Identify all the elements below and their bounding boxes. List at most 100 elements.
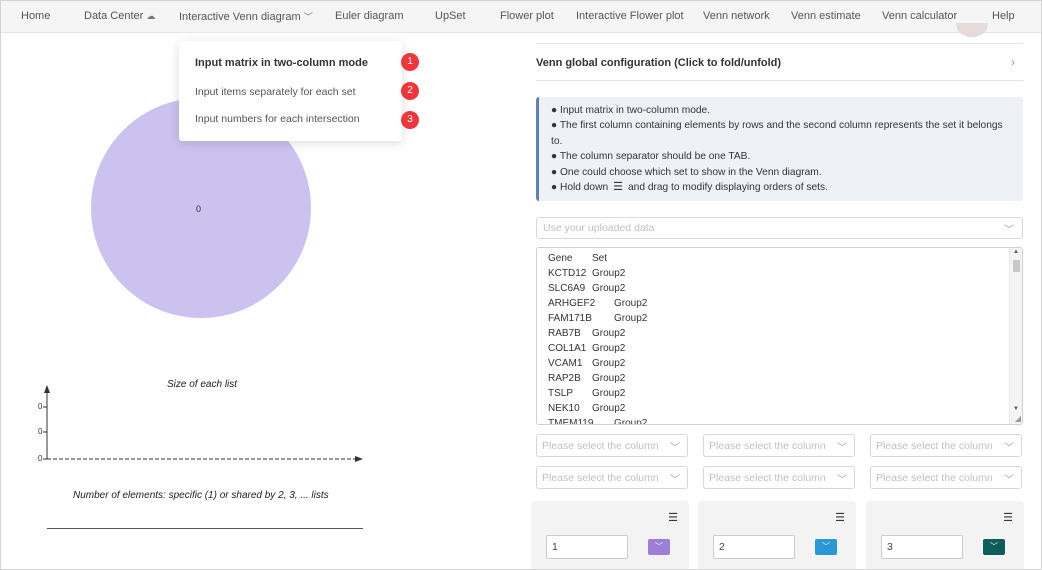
set-name-value: 2: [719, 541, 725, 553]
drag-handle-icon[interactable]: ☰: [668, 511, 678, 524]
set-card[interactable]: ☰ 2 ﹀: [698, 501, 856, 569]
matrix-cell-gene: ARHGEF2: [548, 298, 596, 309]
column-select[interactable]: Please select the column ﹀: [870, 466, 1022, 489]
nav-venn-network[interactable]: Venn network: [703, 10, 770, 22]
matrix-cell-set: Group2: [592, 373, 626, 384]
column-select[interactable]: Please select the column ﹀: [703, 466, 855, 489]
drag-handle-icon: ☰: [613, 181, 623, 194]
column-select[interactable]: Please select the column ﹀: [536, 434, 688, 457]
set-name-input[interactable]: 3: [881, 535, 963, 559]
data-source-select[interactable]: Use your uploaded data ﹀: [536, 217, 1023, 239]
chevron-down-icon: ﹀: [990, 542, 998, 551]
divider: [536, 43, 1023, 44]
column-select-placeholder: Please select the column: [542, 440, 659, 452]
set-color-picker[interactable]: ﹀: [983, 539, 1005, 555]
instruction-line: ● The column separator should be one TAB…: [551, 151, 751, 163]
chevron-down-icon: ﹀: [655, 542, 663, 551]
venn-region-count: 0: [196, 204, 202, 214]
chevron-down-icon: ﹀: [837, 443, 847, 454]
matrix-cell-gene: TSLP: [548, 388, 574, 399]
drag-handle-icon[interactable]: ☰: [1003, 511, 1013, 524]
y-tick-label: 0: [38, 454, 43, 463]
nav-data-center-label: Data Center: [84, 10, 144, 22]
nav-home[interactable]: Home: [21, 10, 50, 22]
column-select[interactable]: Please select the column ﹀: [870, 434, 1022, 457]
nav-interactive-venn[interactable]: Interactive Venn diagram ﹀: [179, 10, 313, 23]
set-name-input[interactable]: 2: [713, 535, 795, 559]
nav-flower-plot[interactable]: Flower plot: [500, 10, 554, 22]
instruction-line: ● Input matrix in two-column mode.: [551, 105, 711, 116]
menu-item-intersection-numbers[interactable]: Input numbers for each intersection: [195, 113, 360, 125]
menu-item-separate-sets[interactable]: Input items separately for each set: [195, 86, 356, 98]
chevron-down-icon: ﹀: [837, 475, 847, 486]
venn-global-config-toggle[interactable]: Venn global configuration (Click to fold…: [536, 45, 1023, 81]
nav-help[interactable]: Help: [992, 10, 1015, 22]
step-badge: 3: [401, 111, 419, 129]
matrix-cell-set: Set: [592, 253, 608, 264]
matrix-cell-gene: SLC6A9: [548, 283, 586, 294]
matrix-cell-set: Group2: [592, 388, 626, 399]
scroll-down-arrow-icon[interactable]: ▼: [1013, 406, 1019, 412]
matrix-cell-gene: TMEM119: [548, 418, 594, 425]
column-select-placeholder: Please select the column: [709, 472, 826, 484]
set-card[interactable]: ☰ 1 ﹀: [531, 501, 689, 569]
matrix-cell-gene: Gene: [548, 253, 573, 264]
set-card[interactable]: ☰ 3 ﹀: [866, 501, 1024, 569]
nav-data-center[interactable]: Data Center ☁: [84, 10, 155, 22]
chevron-down-icon: ﹀: [303, 12, 313, 22]
matrix-cell-set: Group2: [614, 418, 648, 425]
drag-handle-icon[interactable]: ☰: [835, 511, 845, 524]
venn-mode-dropdown: Input matrix in two-column mode Input it…: [179, 41, 402, 141]
matrix-cell-set: Group2: [592, 283, 626, 294]
matrix-cell-gene: VCAM1: [548, 358, 583, 369]
step-badge: 1: [401, 53, 419, 71]
nav-venn-calculator[interactable]: Venn calculator: [882, 10, 957, 22]
matrix-input-textarea[interactable]: ▲ ▼ ◢ Gene Set KCTD12 Group2 SLC6A9 Group2 ARH…: [536, 247, 1023, 425]
nav-venn-estimate[interactable]: Venn estimate: [791, 10, 861, 22]
chevron-down-icon: ﹀: [1004, 225, 1014, 236]
instruction-line: ● The first column containing elements b…: [551, 120, 1003, 147]
matrix-cell-set: Group2: [592, 268, 626, 279]
nav-upset[interactable]: UpSet: [435, 10, 466, 22]
matrix-cell-set: Group2: [614, 298, 648, 309]
y-tick-label: 0: [38, 427, 43, 436]
chart-x-label: Number of elements: specific (1) or shar…: [73, 490, 329, 501]
matrix-cell-set: Group2: [592, 403, 626, 414]
step-badge: 2: [401, 82, 419, 100]
column-select[interactable]: Please select the column ﹀: [536, 466, 688, 489]
instruction-text: Input matrix in two-column mode.: [559, 105, 711, 116]
scroll-thumb[interactable]: [1013, 260, 1020, 272]
matrix-cell-gene: FAM171B: [548, 313, 592, 324]
avatar[interactable]: [956, 23, 988, 37]
scroll-up-arrow-icon[interactable]: ▲: [1013, 249, 1019, 255]
instruction-text: One could choose which set to show in th…: [559, 166, 822, 178]
scrollbar[interactable]: ▲ ▼: [1009, 248, 1022, 424]
matrix-cell-set: Group2: [592, 358, 626, 369]
menu-item-two-column[interactable]: Input matrix in two-column mode: [195, 57, 368, 69]
matrix-cell-set: Group2: [592, 343, 626, 354]
set-name-value: 3: [887, 541, 893, 553]
set-color-picker[interactable]: ﹀: [815, 539, 837, 555]
instruction-text: The first column containing elements by …: [551, 120, 1003, 147]
set-color-picker[interactable]: ﹀: [648, 539, 670, 555]
matrix-cell-set: Group2: [614, 313, 648, 324]
set-name-value: 1: [552, 541, 558, 553]
cloud-icon: ☁: [146, 11, 156, 21]
config-title: Venn global configuration (Click to fold…: [536, 57, 782, 69]
chevron-down-icon: ﹀: [1004, 475, 1014, 486]
instruction-line: ● Hold down ☰ and drag to modify displayin…: [551, 180, 1015, 195]
nav-euler[interactable]: Euler diagram: [335, 10, 403, 22]
chevron-down-icon: ﹀: [822, 542, 830, 551]
matrix-cell-gene: RAB7B: [548, 328, 581, 339]
matrix-cell-set: Group2: [592, 328, 626, 339]
divider: [47, 528, 363, 529]
nav-interactive-flower[interactable]: Interactive Flower plot: [576, 10, 684, 22]
set-name-input[interactable]: 1: [546, 535, 628, 559]
chevron-down-icon: ﹀: [1004, 443, 1014, 454]
instruction-text: The column separator should be one TAB.: [559, 151, 751, 163]
top-nav: Home Data Center ☁ Interactive Venn diagr…: [1, 1, 1041, 33]
resize-grip-icon[interactable]: ◢: [1015, 414, 1021, 423]
column-select[interactable]: Please select the column ﹀: [703, 434, 855, 457]
column-select-placeholder: Please select the column: [876, 440, 993, 452]
matrix-cell-gene: RAP2B: [548, 373, 581, 384]
